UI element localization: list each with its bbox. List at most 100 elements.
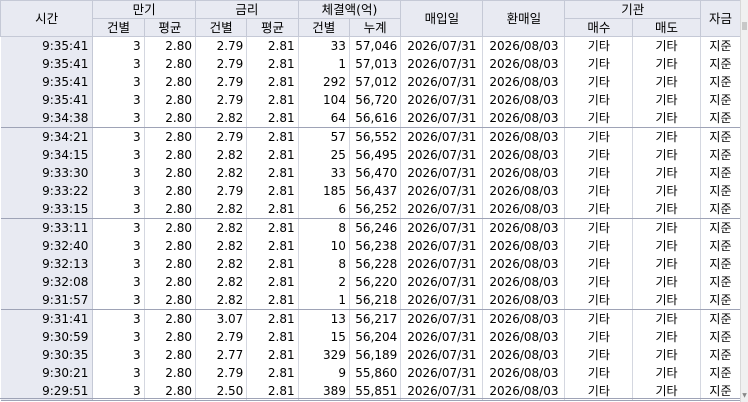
cell-redeem-date: 2026/08/03 <box>482 328 566 346</box>
cell-volume-cumulative: 56,470 <box>349 164 402 182</box>
cell-volume-cumulative: 56,616 <box>349 109 402 128</box>
table-row[interactable]: 9:31:41 3 2.80 3.07 2.81 13 56,217 2026/07/31 20… <box>0 309 741 328</box>
table-row[interactable]: 9:34:15 3 2.80 2.82 2.81 25 56,495 2026/07/31 20… <box>0 146 741 164</box>
cell-maturity-avg: 2.80 <box>144 73 197 91</box>
header-rate-avg[interactable]: 평균 <box>246 18 299 37</box>
cell-volume-cumulative: 56,495 <box>349 146 402 164</box>
header-maturity-avg[interactable]: 평균 <box>143 18 197 37</box>
table-row[interactable]: 9:34:38 3 2.80 2.82 2.81 64 56,616 2026/07/31 20… <box>0 109 741 128</box>
header-institution-buy[interactable]: 매수 <box>564 18 634 37</box>
cell-time: 9:32:08 <box>0 273 94 291</box>
cell-redeem-date: 2026/08/03 <box>482 291 566 310</box>
table-row[interactable]: 9:32:08 3 2.80 2.82 2.81 2 56,220 2026/07/31 202… <box>0 273 741 291</box>
cell-rate-avg: 2.81 <box>246 36 299 55</box>
cell-time: 9:31:57 <box>0 291 94 310</box>
header-volume[interactable]: 체결액(억) <box>297 0 402 19</box>
cell-maturity-avg: 2.80 <box>144 182 197 200</box>
header-time[interactable]: 시간 <box>0 0 94 37</box>
table-row[interactable]: 9:30:21 3 2.80 2.79 2.81 9 55,860 2026/07/31 202… <box>0 364 741 382</box>
table-row[interactable]: 9:35:41 3 2.80 2.79 2.81 104 56,720 2026/07/31 2… <box>0 91 741 109</box>
cell-rate-avg: 2.81 <box>246 55 299 73</box>
cell-funding: 지준 <box>700 309 741 328</box>
cell-institution-buy: 기타 <box>564 309 634 328</box>
cell-rate-count: 2.82 <box>195 255 248 273</box>
cell-rate-avg: 2.81 <box>246 109 299 128</box>
table-row[interactable]: 9:30:59 3 2.80 2.79 2.81 15 56,204 2026/07/31 20… <box>0 328 741 346</box>
cell-volume-count: 10 <box>298 237 350 255</box>
table-row[interactable]: 9:33:22 3 2.80 2.79 2.81 185 56,437 2026/07/31 2… <box>0 182 741 200</box>
table-row[interactable]: 9:33:11 3 2.80 2.82 2.81 8 56,246 2026/07/31 202… <box>0 218 741 237</box>
scrollbar-thumb[interactable] <box>742 22 747 30</box>
header-maturity-count[interactable]: 건별 <box>92 18 145 37</box>
table-row[interactable]: 9:35:41 3 2.80 2.79 2.81 33 57,046 2026/07/31 20… <box>0 36 741 55</box>
header-rate[interactable]: 금리 <box>195 0 299 19</box>
cell-redeem-date: 2026/08/03 <box>482 237 566 255</box>
cell-rate-count: 2.79 <box>195 182 248 200</box>
cell-redeem-date: 2026/08/03 <box>482 164 566 182</box>
cell-institution-sell: 기타 <box>632 255 701 273</box>
header-buy-date[interactable]: 매입일 <box>400 0 484 37</box>
table-row[interactable]: 9:32:40 3 2.80 2.82 2.81 10 56,238 2026/07/31 20… <box>0 237 741 255</box>
cell-buy-date: 2026/07/31 <box>400 55 484 73</box>
header-volume-count[interactable]: 건별 <box>297 18 350 37</box>
cell-institution-buy: 기타 <box>564 73 634 91</box>
cell-rate-avg: 2.81 <box>246 91 299 109</box>
table-row[interactable]: 9:30:35 3 2.80 2.77 2.81 329 56,189 2026/07/31 2… <box>0 346 741 364</box>
cell-maturity-count: 3 <box>92 182 145 200</box>
cell-redeem-date: 2026/08/03 <box>482 146 566 164</box>
cell-maturity-count: 3 <box>92 364 145 382</box>
cell-institution-sell: 기타 <box>632 291 701 310</box>
cell-maturity-count: 3 <box>92 237 145 255</box>
trade-grid[interactable]: 시간 만기 금리 체결액(억) 매입일 환매일 기관 자금 건별 평균 건별 평… <box>0 0 741 402</box>
header-rate-count[interactable]: 건별 <box>194 18 248 37</box>
cell-institution-sell: 기타 <box>632 36 701 55</box>
cell-buy-date: 2026/07/31 <box>400 182 484 200</box>
cell-institution-sell: 기타 <box>632 164 701 182</box>
cell-institution-buy: 기타 <box>564 127 634 146</box>
cell-rate-avg: 2.81 <box>246 237 299 255</box>
header-redeem-date[interactable]: 환매일 <box>482 0 566 37</box>
cell-rate-count: 2.82 <box>195 273 248 291</box>
cell-funding: 지준 <box>700 273 741 291</box>
cell-redeem-date: 2026/08/03 <box>482 36 566 55</box>
cell-maturity-count: 3 <box>92 73 145 91</box>
cell-maturity-avg: 2.80 <box>144 364 197 382</box>
cell-funding: 지준 <box>700 55 741 73</box>
header-funding[interactable]: 자금 <box>699 0 741 37</box>
vertical-scrollbar[interactable]: ▼ <box>740 0 748 402</box>
cell-volume-count: 57 <box>298 127 350 146</box>
table-row[interactable]: 9:33:30 3 2.80 2.82 2.81 33 56,470 2026/07/31 20… <box>0 164 741 182</box>
header-institution-sell[interactable]: 매도 <box>632 18 701 37</box>
cell-maturity-count: 3 <box>92 200 145 219</box>
cell-volume-cumulative: 56,238 <box>349 237 402 255</box>
table-row[interactable]: 9:32:13 3 2.80 2.82 2.81 8 56,228 2026/07/31 202… <box>0 255 741 273</box>
header-volume-cumulative[interactable]: 누계 <box>348 18 402 37</box>
cell-institution-buy: 기타 <box>564 91 634 109</box>
cell-rate-avg: 2.81 <box>246 73 299 91</box>
cell-volume-count: 1 <box>298 291 350 310</box>
cell-maturity-avg: 2.80 <box>144 237 197 255</box>
cell-buy-date: 2026/07/31 <box>400 237 484 255</box>
cell-redeem-date: 2026/08/03 <box>482 346 566 364</box>
table-row[interactable]: 9:34:21 3 2.80 2.79 2.81 57 56,552 2026/07/31 20… <box>0 127 741 146</box>
table-row[interactable]: 9:35:41 3 2.80 2.79 2.81 1 57,013 2026/07/31 202… <box>0 55 741 73</box>
cell-rate-count: 2.79 <box>195 91 248 109</box>
table-row[interactable]: 9:33:15 3 2.80 2.82 2.81 6 56,252 2026/07/31 202… <box>0 200 741 219</box>
table-row[interactable]: 9:35:41 3 2.80 2.79 2.81 292 57,012 2026/07/31 2… <box>0 73 741 91</box>
header-institution[interactable]: 기관 <box>564 0 701 19</box>
cell-rate-avg: 2.81 <box>246 146 299 164</box>
cell-redeem-date: 2026/08/03 <box>482 182 566 200</box>
cell-maturity-avg: 2.80 <box>144 146 197 164</box>
header-maturity[interactable]: 만기 <box>92 0 196 19</box>
cell-funding: 지준 <box>700 164 741 182</box>
cell-funding: 지준 <box>700 182 741 200</box>
cell-rate-count: 2.79 <box>195 127 248 146</box>
cell-rate-count: 2.79 <box>195 36 248 55</box>
cell-rate-count: 2.79 <box>195 364 248 382</box>
table-row[interactable]: 9:31:57 3 2.80 2.82 2.81 1 56,218 2026/07/31 202… <box>0 291 741 310</box>
cell-volume-cumulative: 56,252 <box>349 200 402 219</box>
cell-redeem-date: 2026/08/03 <box>482 273 566 291</box>
cell-volume-count: 25 <box>298 146 350 164</box>
grid-bottom-border <box>0 398 741 399</box>
scroll-down-arrow-icon[interactable]: ▼ <box>741 392 748 400</box>
